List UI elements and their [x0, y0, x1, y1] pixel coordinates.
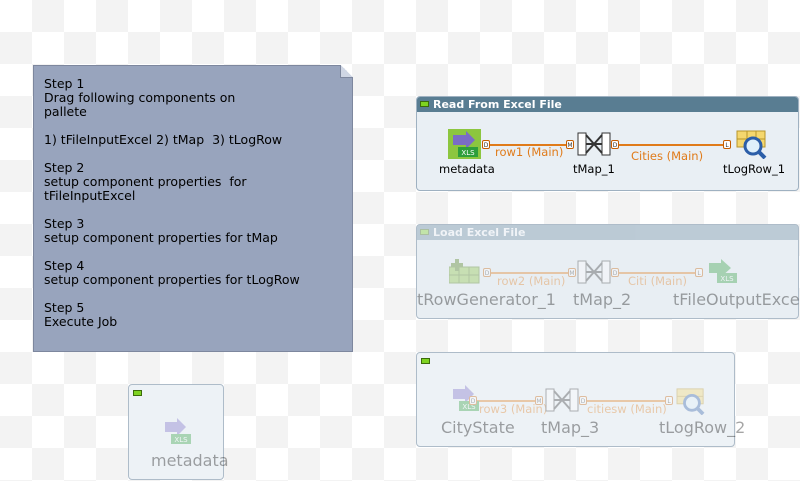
component-label: tLogRow_1 [723, 162, 786, 176]
link-label-citiesw[interactable]: citiesw (Main) [587, 402, 667, 416]
subjob-third[interactable]: XLS row3 (Main) D M D citiesw (Main) L C… [416, 352, 745, 447]
component-tlogrow-2[interactable] [675, 387, 707, 416]
subjob-load-excel[interactable]: Load Excel File D row2 (Main) M D Citi (… [416, 224, 800, 319]
note-line: Step 2 [44, 160, 85, 175]
note-line: tFileInputExcel [44, 188, 136, 203]
tmap-icon [577, 260, 611, 284]
port-label[interactable]: M [535, 396, 543, 405]
port-label[interactable]: D [482, 140, 490, 149]
note-line: Execute Job [44, 314, 118, 329]
port-label[interactable]: M [566, 140, 574, 149]
component-label: tRowGenerator_1 [417, 290, 556, 309]
tmap-icon [545, 388, 579, 412]
component-tmap-2[interactable] [577, 257, 611, 287]
note-line: setup component properties for tLogRow [44, 272, 300, 287]
note-line: Drag following components on [44, 90, 236, 105]
note-line: Step 5 [44, 300, 85, 315]
component-label: CityState [441, 418, 515, 437]
row-generator-icon [448, 259, 480, 284]
component-label: metadata [151, 451, 229, 470]
component-label: tFileOutputExcel_1 [673, 290, 800, 309]
link-label-citi[interactable]: Citi (Main) [628, 274, 687, 288]
port-label[interactable]: D [483, 268, 491, 277]
note-line: Step 3 [44, 216, 85, 231]
port-label[interactable]: D [579, 396, 587, 405]
excel-output-icon: XLS [709, 259, 737, 283]
component-tlogrow-1[interactable] [735, 129, 769, 160]
component-label: metadata [439, 162, 495, 176]
excel-input-icon: XLS [448, 129, 481, 159]
component-metadata[interactable]: XLS [448, 129, 481, 159]
port-label[interactable]: D [469, 396, 477, 405]
note-line: Step 1 [44, 76, 85, 91]
log-row-icon [676, 388, 705, 416]
component-tfileoutputexcel-1[interactable]: XLS [707, 259, 739, 285]
component-metadata-small[interactable]: XLS [163, 418, 193, 446]
component-tmap-1[interactable] [577, 129, 611, 159]
note-text: Step 1 Drag following components on pall… [44, 77, 344, 329]
component-label: tMap_3 [541, 418, 600, 437]
note-line: Step 4 [44, 258, 85, 273]
component-label: tMap_2 [573, 290, 632, 309]
port-label[interactable]: D [611, 140, 619, 149]
note-line [44, 287, 344, 301]
note-line: 1) tFileInputExcel 2) tMap 3) tLogRow [44, 132, 283, 147]
port-label[interactable]: L [695, 268, 703, 277]
component-label: tLogRow_2 [659, 418, 746, 437]
component-label: tMap_1 [573, 162, 615, 176]
port-label[interactable]: L [665, 396, 673, 405]
svg-text:XLS: XLS [174, 436, 188, 444]
note-line [44, 147, 344, 161]
excel-input-icon: XLS [165, 418, 191, 444]
component-trowgenerator-1[interactable] [448, 259, 481, 285]
note-line [44, 119, 344, 133]
subjob-small[interactable]: XLS metadata [128, 384, 229, 480]
note-folded-corner [340, 65, 353, 78]
svg-text:XLS: XLS [461, 149, 475, 157]
link-label-row1[interactable]: row1 (Main) [495, 145, 563, 159]
port-label[interactable]: M [568, 268, 576, 277]
svg-text:XLS: XLS [720, 275, 734, 283]
component-tmap-3[interactable] [545, 385, 579, 415]
tmap-icon [577, 132, 611, 156]
note-line: pallete [44, 104, 87, 119]
note-line: setup component properties for tMap [44, 230, 278, 245]
note-line [44, 245, 344, 259]
log-row-icon [736, 130, 767, 160]
port-label[interactable]: D [611, 268, 619, 277]
note-line: setup component properties for [44, 174, 247, 189]
note-line [44, 203, 344, 217]
sticky-note[interactable]: Step 1 Drag following components on pall… [33, 65, 353, 352]
link-label-cities[interactable]: Cities (Main) [631, 149, 703, 163]
link-label-row2[interactable]: row2 (Main) [497, 274, 565, 288]
port-label[interactable]: L [723, 140, 731, 149]
subjob-read-from-excel[interactable]: Read From Excel File XLS D row1 (Main) M… [416, 96, 799, 191]
